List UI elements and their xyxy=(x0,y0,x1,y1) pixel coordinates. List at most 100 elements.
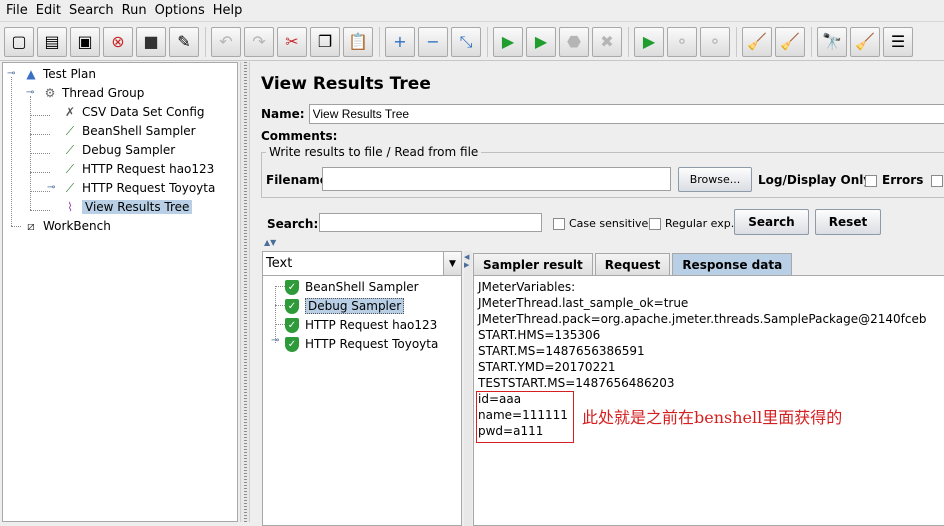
tree-item-label: HTTP Request hao123 xyxy=(82,162,215,176)
remote-shutdown-button[interactable]: ⚬ xyxy=(700,26,730,57)
remote-stop-icon: ⚬ xyxy=(675,31,689,51)
response-line: START.MS=1487656386591 xyxy=(478,344,645,358)
close-button[interactable]: ⊗ xyxy=(103,26,133,57)
reset-button[interactable]: Reset xyxy=(815,209,881,235)
tree-item-beanshell-sampler[interactable]: ⟋ BeanShell Sampler xyxy=(62,122,196,140)
file-options-legend: Write results to file / Read from file xyxy=(266,145,482,159)
search-label: Search: xyxy=(267,217,319,231)
menu-run[interactable]: Run xyxy=(120,3,153,18)
save-as-button[interactable]: ✎ xyxy=(169,26,199,57)
menu-file[interactable]: File xyxy=(4,3,34,18)
renderer-select[interactable]: Text ▼ xyxy=(263,252,461,276)
toggle-button[interactable]: ⤡ xyxy=(451,26,481,57)
main-splitter[interactable] xyxy=(240,62,250,522)
undo-button[interactable]: ↶ xyxy=(211,26,241,57)
regex-checkbox[interactable] xyxy=(649,218,661,230)
tree-item-http-request-toyoyta[interactable]: ⟋ HTTP Request Toyoyta xyxy=(62,179,216,197)
tree-item-view-results-tree[interactable]: ⌇ View Results Tree xyxy=(62,198,193,216)
tab-sampler-result[interactable]: Sampler result xyxy=(473,253,593,275)
case-sensitive-checkbox[interactable] xyxy=(553,218,565,230)
toolbar-separator xyxy=(487,26,488,57)
tree-item-workbench[interactable]: ⧄ WorkBench xyxy=(23,217,111,235)
annotation-text: 此处就是之前在benshell里面获得的 xyxy=(582,408,843,427)
remote-start-button[interactable]: ▶ xyxy=(634,26,664,57)
expand-handle[interactable]: ⊸ xyxy=(271,335,279,346)
save-as-icon: ✎ xyxy=(177,31,191,51)
paste-icon: 📋 xyxy=(348,31,368,51)
highlight-box xyxy=(476,391,574,443)
name-input[interactable] xyxy=(308,104,944,124)
clear-icon: 🧹 xyxy=(747,31,767,51)
tree-item-debug-sampler[interactable]: ⟋ Debug Sampler xyxy=(62,141,175,159)
filename-input[interactable] xyxy=(322,167,671,191)
remote-stop-button[interactable]: ⚬ xyxy=(667,26,697,57)
test-plan-tree[interactable]: ⊸ ⊸ ⊸ ▲ Test Plan ⚙ Thread Group ✗ CSV D… xyxy=(2,62,238,522)
filename-label: Filename xyxy=(266,173,328,187)
response-text-area[interactable]: 此处就是之前在benshell里面获得的 JMeterVariables: JMe… xyxy=(473,275,944,526)
save-icon: ■ xyxy=(143,31,159,51)
redo-button[interactable]: ↷ xyxy=(244,26,274,57)
success-shield-icon: ✓ xyxy=(285,336,299,352)
shutdown-button[interactable]: ✖ xyxy=(592,26,622,57)
paste-button[interactable]: 📋 xyxy=(343,26,373,57)
menu-help[interactable]: Help xyxy=(211,3,249,18)
collapse-handle[interactable]: ⊸ xyxy=(26,87,34,98)
start-no-timers-button[interactable]: ▶ xyxy=(526,26,556,57)
result-item[interactable]: ✓ Debug Sampler xyxy=(285,297,405,315)
result-item[interactable]: ✓ HTTP Request hao123 xyxy=(285,316,437,334)
result-item-label: BeanShell Sampler xyxy=(305,280,419,294)
result-item-label: HTTP Request Toyoyta xyxy=(305,337,439,351)
function-helper-button[interactable]: ☰ xyxy=(883,26,913,57)
comments-row: Comments: xyxy=(261,129,337,143)
split-arrows-icon[interactable]: ▲▼ xyxy=(264,238,276,247)
name-label: Name: xyxy=(261,107,305,121)
response-line: TESTSTART.MS=1487656486203 xyxy=(478,376,675,390)
expand-button[interactable]: + xyxy=(385,26,415,57)
search-button[interactable]: 🔭 xyxy=(817,26,847,57)
result-item[interactable]: ✓ HTTP Request Toyoyta xyxy=(285,335,438,353)
response-line: JMeterThread.pack=org.apache.jmeter.thre… xyxy=(478,312,927,326)
search-icon: 🔭 xyxy=(822,31,842,51)
tree-item-thread-group[interactable]: ⚙ Thread Group xyxy=(42,84,145,102)
undo-icon: ↶ xyxy=(219,31,233,51)
tree-item-http-request-hao123[interactable]: ⟋ HTTP Request hao123 xyxy=(62,160,215,178)
collapse-button[interactable]: − xyxy=(418,26,448,57)
tree-item-csv-config[interactable]: ✗ CSV Data Set Config xyxy=(62,103,205,121)
open-button[interactable]: ▣ xyxy=(70,26,100,57)
menu-search[interactable]: Search xyxy=(67,3,120,18)
tab-response-data[interactable]: Response data xyxy=(672,253,793,275)
expand-handle[interactable]: ⊸ xyxy=(47,182,55,193)
collapse-handle[interactable]: ⊸ xyxy=(7,68,15,79)
successes-checkbox[interactable] xyxy=(931,175,943,187)
split-arrows-icon[interactable]: ◀ ▶ xyxy=(464,253,469,269)
new-button[interactable]: ▢ xyxy=(4,26,34,57)
start-button[interactable]: ▶ xyxy=(493,26,523,57)
tab-request[interactable]: Request xyxy=(594,253,671,275)
menu-bar: File Edit Search Run Options Help xyxy=(0,0,944,22)
close-icon: ⊗ xyxy=(111,31,125,51)
result-item[interactable]: ✓ BeanShell Sampler xyxy=(285,278,419,296)
cut-button[interactable]: ✂ xyxy=(277,26,307,57)
search-button[interactable]: Search xyxy=(734,209,809,235)
wrench-icon: ✗ xyxy=(64,105,76,119)
templates-button[interactable]: ▤ xyxy=(37,26,67,57)
copy-button[interactable]: ❐ xyxy=(310,26,340,57)
results-splitter[interactable]: ◀ ▶ xyxy=(464,251,472,526)
stop-button[interactable]: ⬣ xyxy=(559,26,589,57)
success-shield-icon: ✓ xyxy=(285,298,299,314)
function-helper-icon: ☰ xyxy=(890,31,906,51)
clear-button[interactable]: 🧹 xyxy=(742,26,772,57)
clear-all-button[interactable]: 🧹 xyxy=(775,26,805,57)
tree-item-test-plan[interactable]: ▲ Test Plan xyxy=(23,65,96,83)
browse-button[interactable]: Browse... xyxy=(678,167,752,192)
save-button[interactable]: ■ xyxy=(136,26,166,57)
toolbar-separator xyxy=(811,26,812,57)
search-input[interactable] xyxy=(319,213,542,232)
result-tabs: Sampler result Request Response data xyxy=(473,253,794,275)
menu-options[interactable]: Options xyxy=(153,3,211,18)
menu-edit[interactable]: Edit xyxy=(34,3,67,18)
clear-all-icon: 🧹 xyxy=(780,31,800,51)
chevron-down-icon[interactable]: ▼ xyxy=(443,252,461,275)
errors-checkbox[interactable] xyxy=(865,175,877,187)
reset-search-button[interactable]: 🧹 xyxy=(850,26,880,57)
